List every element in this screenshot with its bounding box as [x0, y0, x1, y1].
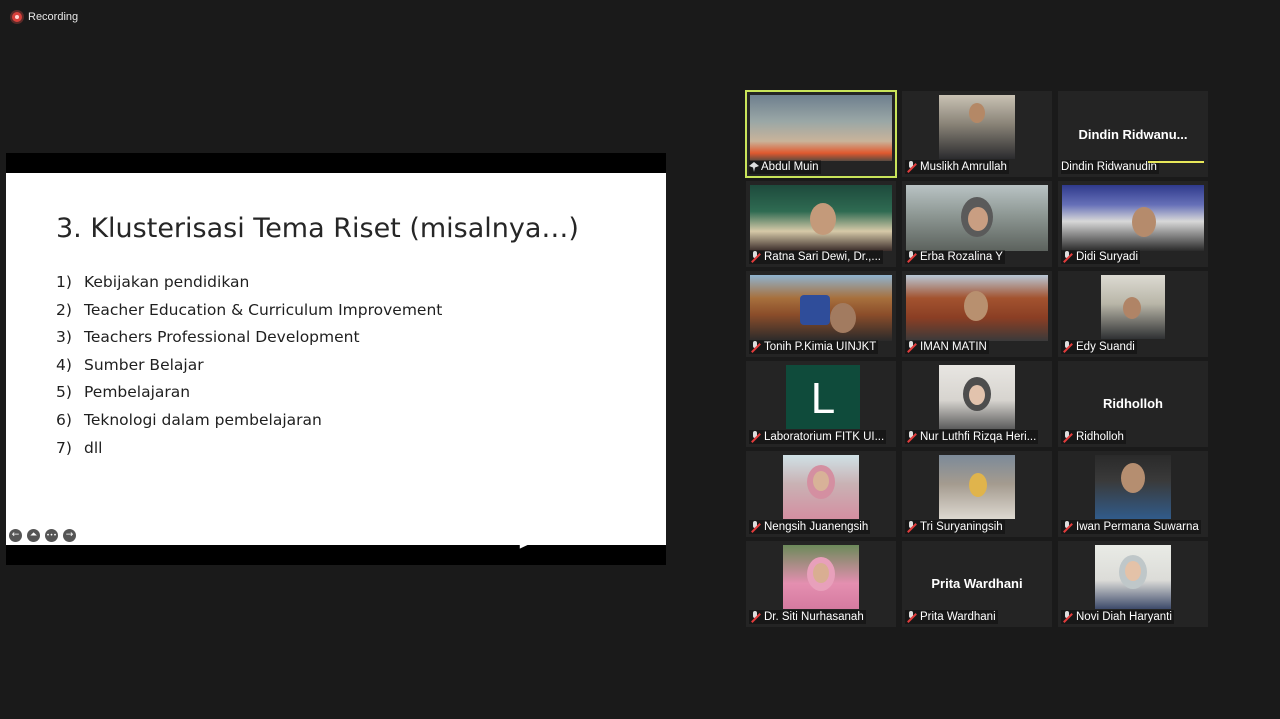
participant-name-label: IMAN MATIN [905, 340, 989, 354]
participant-name-label: Ratna Sari Dewi, Dr.,... [749, 250, 883, 264]
participant-name-label: Abdul Muin [749, 160, 821, 174]
video-feed [783, 455, 859, 519]
recording-indicator[interactable]: Recording [12, 11, 78, 23]
participant-name-label: Nur Luthfi Rizqa Heri... [905, 430, 1039, 444]
participant-tile[interactable]: Nur Luthfi Rizqa Heri... [902, 361, 1052, 447]
video-feed [1095, 545, 1171, 609]
video-feed [1062, 185, 1204, 251]
participant-tile[interactable]: Nengsih Juanengsih [746, 451, 896, 537]
slide-list-item: 5) Pembelajaran [56, 383, 191, 402]
slide-list-item: 3) Teachers Professional Development [56, 328, 360, 347]
avatar: L [786, 365, 860, 429]
participant-tile[interactable]: Dr. Siti Nurhasanah [746, 541, 896, 627]
muted-mic-icon [1061, 611, 1074, 623]
previous-slide-icon[interactable]: ← [9, 529, 22, 542]
participant-name-label: Erba Rozalina Y [905, 250, 1005, 264]
slide-list-item: 7) dll [56, 438, 103, 457]
pin-icon [749, 162, 759, 172]
pointer-icon[interactable]: ⏶ [27, 529, 40, 542]
slide-list-item: 6) Teknologi dalam pembelajaran [56, 410, 322, 429]
shared-screen: 3. Klusterisasi Tema Riset (misalnya…) 1… [6, 153, 666, 565]
video-feed [750, 95, 892, 161]
video-feed [783, 545, 859, 609]
muted-mic-icon [1061, 251, 1074, 263]
participant-tile[interactable]: Muslikh Amrullah [902, 91, 1052, 177]
participant-tile[interactable]: Ridholloh Ridholloh [1058, 361, 1208, 447]
participant-tile[interactable]: Novi Diah Haryanti [1058, 541, 1208, 627]
participant-tile[interactable]: Edy Suandi [1058, 271, 1208, 357]
video-feed [1101, 275, 1165, 339]
muted-mic-icon [749, 521, 762, 533]
muted-mic-icon [905, 521, 918, 533]
video-feed [939, 365, 1015, 429]
muted-mic-icon [1061, 341, 1074, 353]
slide-controls: ← ⏶ ••• → [9, 529, 76, 542]
participant-name-display: Ridholloh [1103, 396, 1163, 411]
muted-mic-icon [905, 341, 918, 353]
participant-tile[interactable]: Abdul Muin [745, 90, 897, 178]
muted-mic-icon [1061, 521, 1074, 533]
participant-name-label: Edy Suandi [1061, 340, 1137, 354]
more-options-icon[interactable]: ••• [45, 529, 58, 542]
slide-list-item: 1) Kebijakan pendidikan [56, 273, 250, 291]
video-feed [939, 455, 1015, 519]
participant-name-label: Ridholloh [1061, 430, 1126, 444]
slide-title: 3. Klusterisasi Tema Riset (misalnya…) [56, 213, 579, 244]
participant-name-display: Prita Wardhani [931, 576, 1023, 591]
muted-mic-icon [905, 611, 918, 623]
participant-gallery: Abdul Muin Muslikh Amrullah Dindin Ridwa… [744, 89, 1214, 629]
record-icon [12, 12, 22, 22]
participant-name-display: Dindin Ridwanu... [1078, 127, 1188, 142]
participant-tile[interactable]: Didi Suryadi [1058, 181, 1208, 267]
muted-mic-icon [749, 341, 762, 353]
participant-tile[interactable]: Dindin Ridwanu... Dindin Ridwanudin [1058, 91, 1208, 177]
video-feed [906, 275, 1048, 341]
muted-mic-icon [905, 251, 918, 263]
participant-name-label: Prita Wardhani [905, 610, 998, 624]
slide-list: 1) Kebijakan pendidikan 2) Teacher Educati… [56, 273, 442, 466]
speaking-indicator [1148, 161, 1204, 163]
muted-mic-icon [749, 431, 762, 443]
participant-name-label: Laboratorium FITK UI... [749, 430, 887, 444]
slide-list-item: 2) Teacher Education & Curriculum Improve… [56, 300, 443, 319]
participant-tile[interactable]: Tri Suryaningsih [902, 451, 1052, 537]
video-feed [750, 185, 892, 251]
next-slide-icon[interactable]: → [63, 529, 76, 542]
participant-tile[interactable]: Tonih P.Kimia UINJKT [746, 271, 896, 357]
presentation-slide: 3. Klusterisasi Tema Riset (misalnya…) 1… [6, 173, 666, 545]
video-feed [939, 95, 1015, 159]
participant-name-label: Muslikh Amrullah [905, 160, 1009, 174]
muted-mic-icon [749, 611, 762, 623]
video-feed [750, 275, 892, 341]
recording-label: Recording [28, 11, 79, 23]
participant-name-label: Nengsih Juanengsih [749, 520, 871, 534]
video-feed [906, 185, 1048, 251]
participant-name-label: Tri Suryaningsih [905, 520, 1005, 534]
participant-tile[interactable]: Ratna Sari Dewi, Dr.,... [746, 181, 896, 267]
participant-tile[interactable]: L Laboratorium FITK UI... [746, 361, 896, 447]
muted-mic-icon [905, 161, 918, 173]
slide-list-item: 4) Sumber Belajar [56, 355, 204, 374]
participant-name-label: Dindin Ridwanudin [1061, 160, 1159, 174]
participant-tile[interactable]: IMAN MATIN [902, 271, 1052, 357]
muted-mic-icon [905, 431, 918, 443]
participant-name-label: Tonih P.Kimia UINJKT [749, 340, 879, 354]
participant-name-label: Novi Diah Haryanti [1061, 610, 1174, 624]
muted-mic-icon [749, 251, 762, 263]
participant-tile[interactable]: Erba Rozalina Y [902, 181, 1052, 267]
participant-name-label: Iwan Permana Suwarna [1061, 520, 1201, 534]
participant-name-label: Didi Suryadi [1061, 250, 1140, 264]
video-feed [1095, 455, 1171, 519]
participant-tile[interactable]: Prita Wardhani Prita Wardhani [902, 541, 1052, 627]
participant-name-label: Dr. Siti Nurhasanah [749, 610, 866, 624]
muted-mic-icon [1061, 431, 1074, 443]
participant-tile[interactable]: Iwan Permana Suwarna [1058, 451, 1208, 537]
